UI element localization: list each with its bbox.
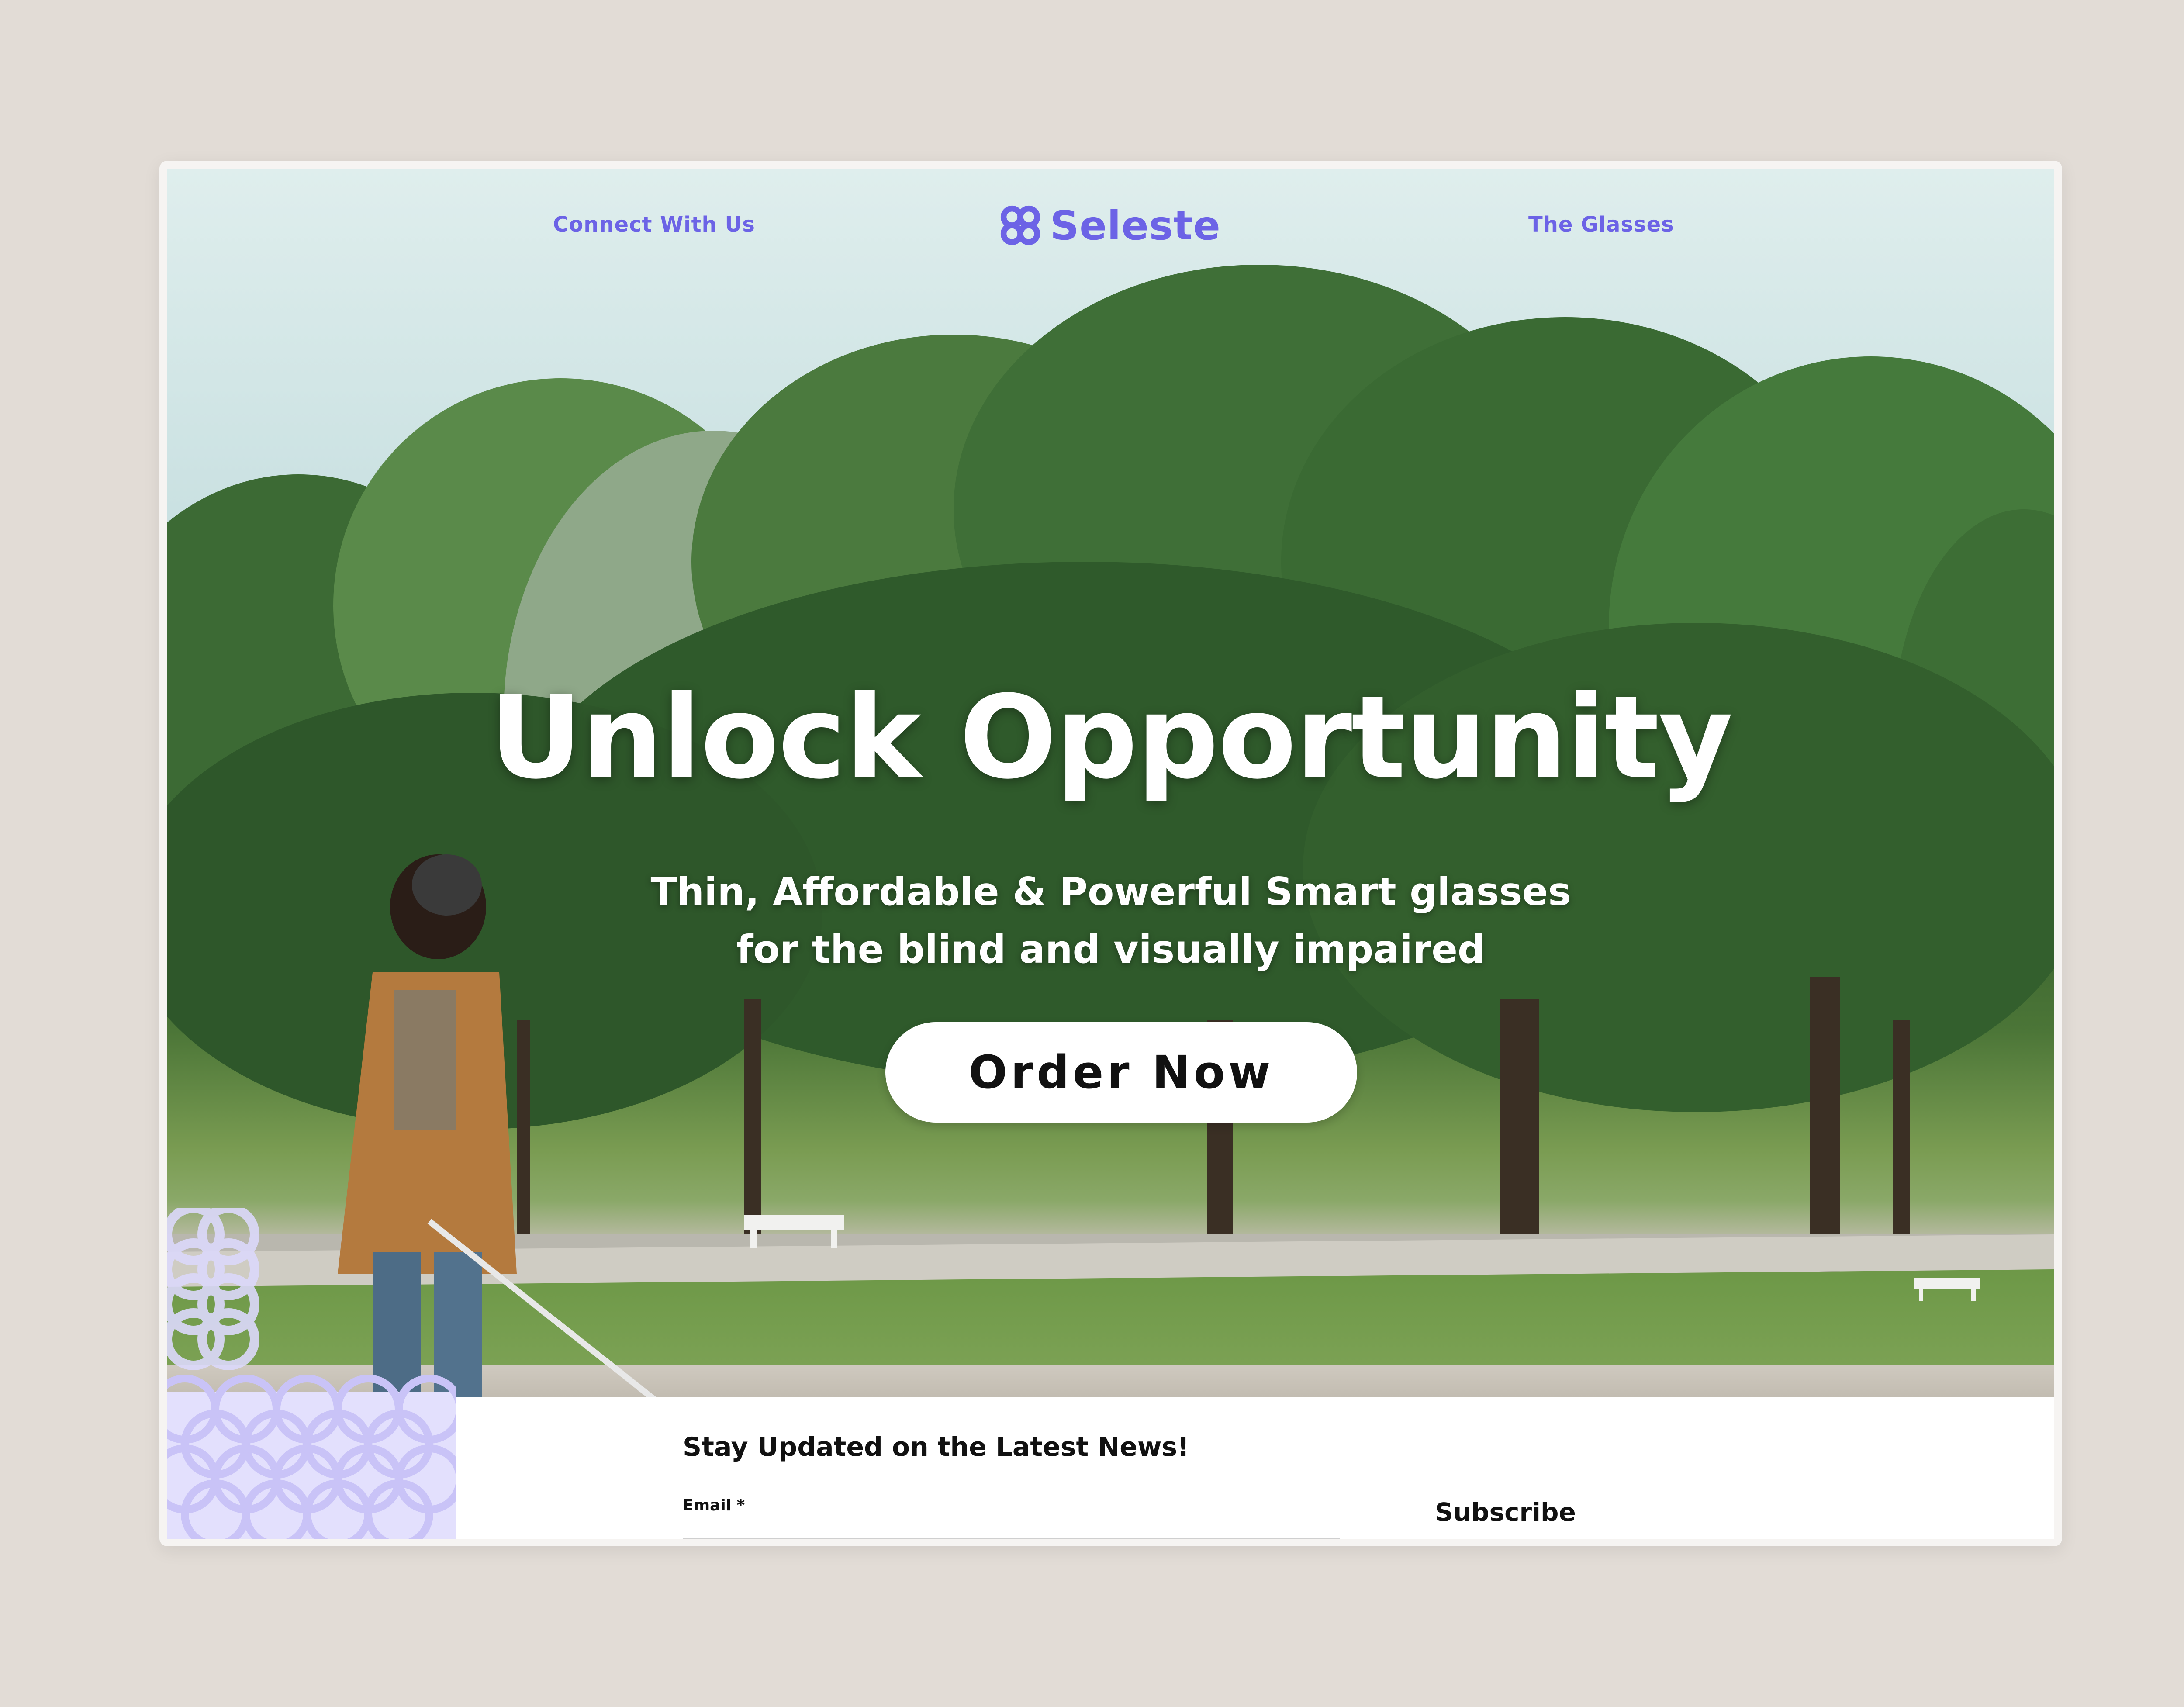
hero-subheadline-line-1: Thin, Affordable & Powerful Smart glasse… (650, 869, 1571, 914)
brand-name: Seleste (1050, 202, 1221, 249)
four-circle-lattice-logo-icon (1000, 205, 1040, 245)
newsletter-title: Stay Updated on the Latest News! (683, 1432, 1189, 1462)
browser-window: Connect With Us Seleste The Glasses Unlo… (159, 161, 2062, 1546)
email-field[interactable] (683, 1520, 1340, 1539)
hero-headline: Unlock Opportunity (489, 671, 1733, 804)
hero-subheadline-line-2: for the blind and visually impaired (736, 927, 1485, 972)
subscribe-button[interactable]: Subscribe (1435, 1497, 1576, 1527)
web-page: Connect With Us Seleste The Glasses Unlo… (167, 169, 2054, 1539)
hero-section: Connect With Us Seleste The Glasses Unlo… (167, 169, 2054, 1397)
newsletter-section: Stay Updated on the Latest News! Email *… (167, 1397, 2054, 1539)
order-now-button[interactable]: Order Now (885, 1022, 1357, 1123)
email-field-label: Email * (683, 1496, 745, 1514)
hero-subheadline: Thin, Affordable & Powerful Smart glasse… (167, 863, 2054, 978)
brand-logo-link[interactable]: Seleste (999, 199, 1221, 252)
nav-connect-with-us[interactable]: Connect With Us (553, 212, 755, 237)
nav-the-glasses[interactable]: The Glasses (1528, 212, 1674, 237)
